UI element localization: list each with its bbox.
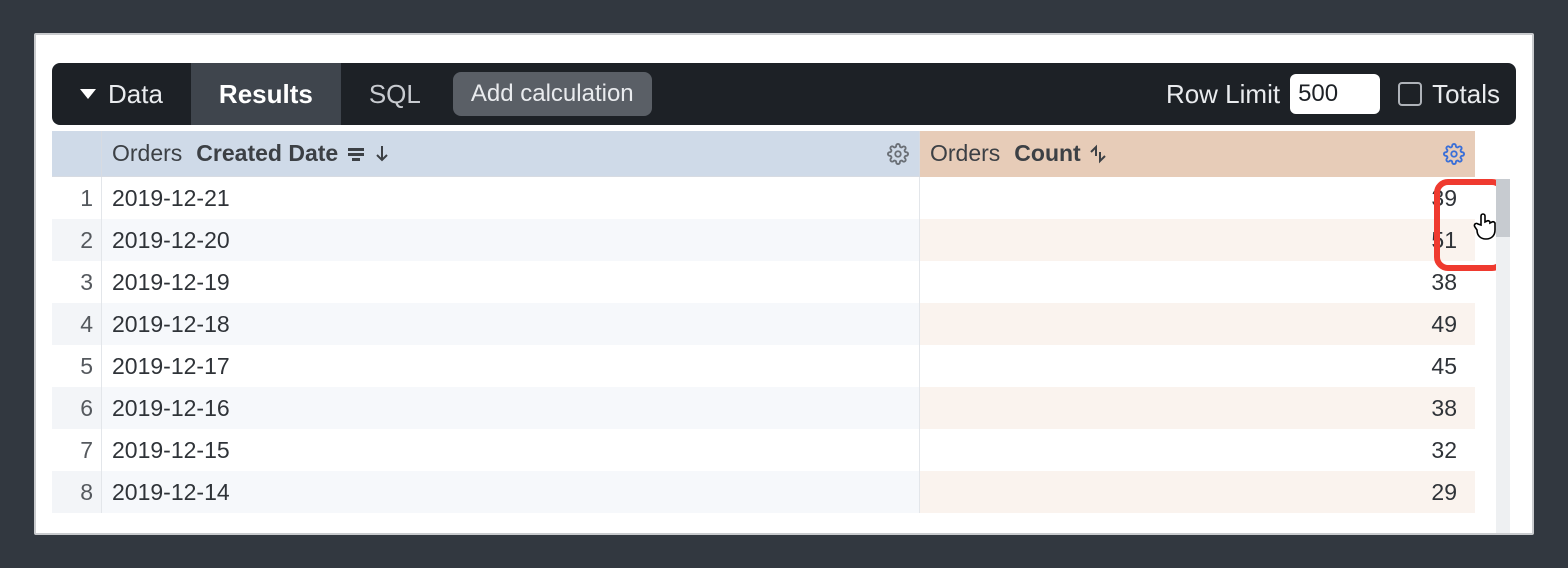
add-calculation-label: Add calculation bbox=[471, 80, 634, 107]
tab-results[interactable]: Results bbox=[191, 63, 341, 125]
row-limit-group: Row Limit bbox=[1166, 74, 1380, 114]
tab-sql[interactable]: SQL bbox=[341, 63, 449, 125]
scrollbar-thumb[interactable] bbox=[1496, 179, 1510, 237]
row-number: 1 bbox=[52, 177, 102, 219]
sort-desc-icon[interactable] bbox=[374, 144, 390, 164]
data-toolbar: Data Results SQL Add calculation Row Lim… bbox=[52, 63, 1516, 125]
pivot-icon[interactable] bbox=[346, 144, 366, 164]
table-row: 82019-12-1429 bbox=[52, 471, 1504, 513]
header-row: Orders Created Date Orders Count bbox=[52, 131, 1504, 177]
tab-sql-label: SQL bbox=[369, 79, 421, 110]
row-number: 8 bbox=[52, 471, 102, 513]
cell-count[interactable]: 32 bbox=[920, 429, 1475, 471]
cell-created-date[interactable]: 2019-12-17 bbox=[102, 345, 920, 387]
row-number: 3 bbox=[52, 261, 102, 303]
row-number: 6 bbox=[52, 387, 102, 429]
cell-count[interactable]: 49 bbox=[920, 303, 1475, 345]
header-msr-field: Count bbox=[1014, 140, 1080, 167]
tab-results-label: Results bbox=[219, 79, 313, 110]
dim-gear-icon[interactable] bbox=[887, 143, 909, 165]
table-row: 32019-12-1938 bbox=[52, 261, 1504, 303]
row-number: 4 bbox=[52, 303, 102, 345]
header-rownum bbox=[52, 131, 102, 177]
vertical-scrollbar[interactable] bbox=[1496, 179, 1510, 535]
cell-created-date[interactable]: 2019-12-20 bbox=[102, 219, 920, 261]
cell-count[interactable]: 39 bbox=[920, 177, 1475, 219]
cell-count[interactable]: 38 bbox=[920, 387, 1475, 429]
header-measure[interactable]: Orders Count bbox=[920, 131, 1475, 177]
cell-created-date[interactable]: 2019-12-19 bbox=[102, 261, 920, 303]
totals-group: Totals bbox=[1398, 79, 1500, 110]
table-row: 42019-12-1849 bbox=[52, 303, 1504, 345]
results-panel: Data Results SQL Add calculation Row Lim… bbox=[34, 33, 1534, 535]
table-body: 12019-12-213922019-12-205132019-12-19384… bbox=[52, 177, 1504, 513]
table-row: 12019-12-2139 bbox=[52, 177, 1504, 219]
row-limit-label: Row Limit bbox=[1166, 79, 1280, 110]
header-dimension[interactable]: Orders Created Date bbox=[102, 131, 920, 177]
cell-count[interactable]: 29 bbox=[920, 471, 1475, 513]
totals-checkbox[interactable] bbox=[1398, 82, 1422, 106]
table-row: 72019-12-1532 bbox=[52, 429, 1504, 471]
caret-down-icon bbox=[80, 89, 96, 99]
row-number: 2 bbox=[52, 219, 102, 261]
row-limit-input[interactable] bbox=[1290, 74, 1380, 114]
cell-created-date[interactable]: 2019-12-16 bbox=[102, 387, 920, 429]
table-row: 62019-12-1638 bbox=[52, 387, 1504, 429]
msr-gear-icon[interactable] bbox=[1443, 143, 1465, 165]
row-number: 7 bbox=[52, 429, 102, 471]
totals-label: Totals bbox=[1432, 79, 1500, 110]
cell-created-date[interactable]: 2019-12-21 bbox=[102, 177, 920, 219]
row-number: 5 bbox=[52, 345, 102, 387]
drill-icon[interactable] bbox=[1089, 144, 1107, 164]
tab-data[interactable]: Data bbox=[52, 63, 191, 125]
cell-count[interactable]: 45 bbox=[920, 345, 1475, 387]
header-dim-field: Created Date bbox=[196, 140, 338, 167]
table-row: 52019-12-1745 bbox=[52, 345, 1504, 387]
add-calculation-button[interactable]: Add calculation bbox=[453, 72, 652, 116]
cell-created-date[interactable]: 2019-12-18 bbox=[102, 303, 920, 345]
table-row: 22019-12-2051 bbox=[52, 219, 1504, 261]
cell-count[interactable]: 51 bbox=[920, 219, 1475, 261]
cell-count[interactable]: 38 bbox=[920, 261, 1475, 303]
cell-created-date[interactable]: 2019-12-14 bbox=[102, 471, 920, 513]
header-msr-entity: Orders bbox=[930, 140, 1000, 167]
tab-data-label: Data bbox=[108, 79, 163, 110]
cell-created-date[interactable]: 2019-12-15 bbox=[102, 429, 920, 471]
header-dim-entity: Orders bbox=[112, 140, 182, 167]
results-grid: Orders Created Date Orders Count bbox=[52, 131, 1504, 513]
